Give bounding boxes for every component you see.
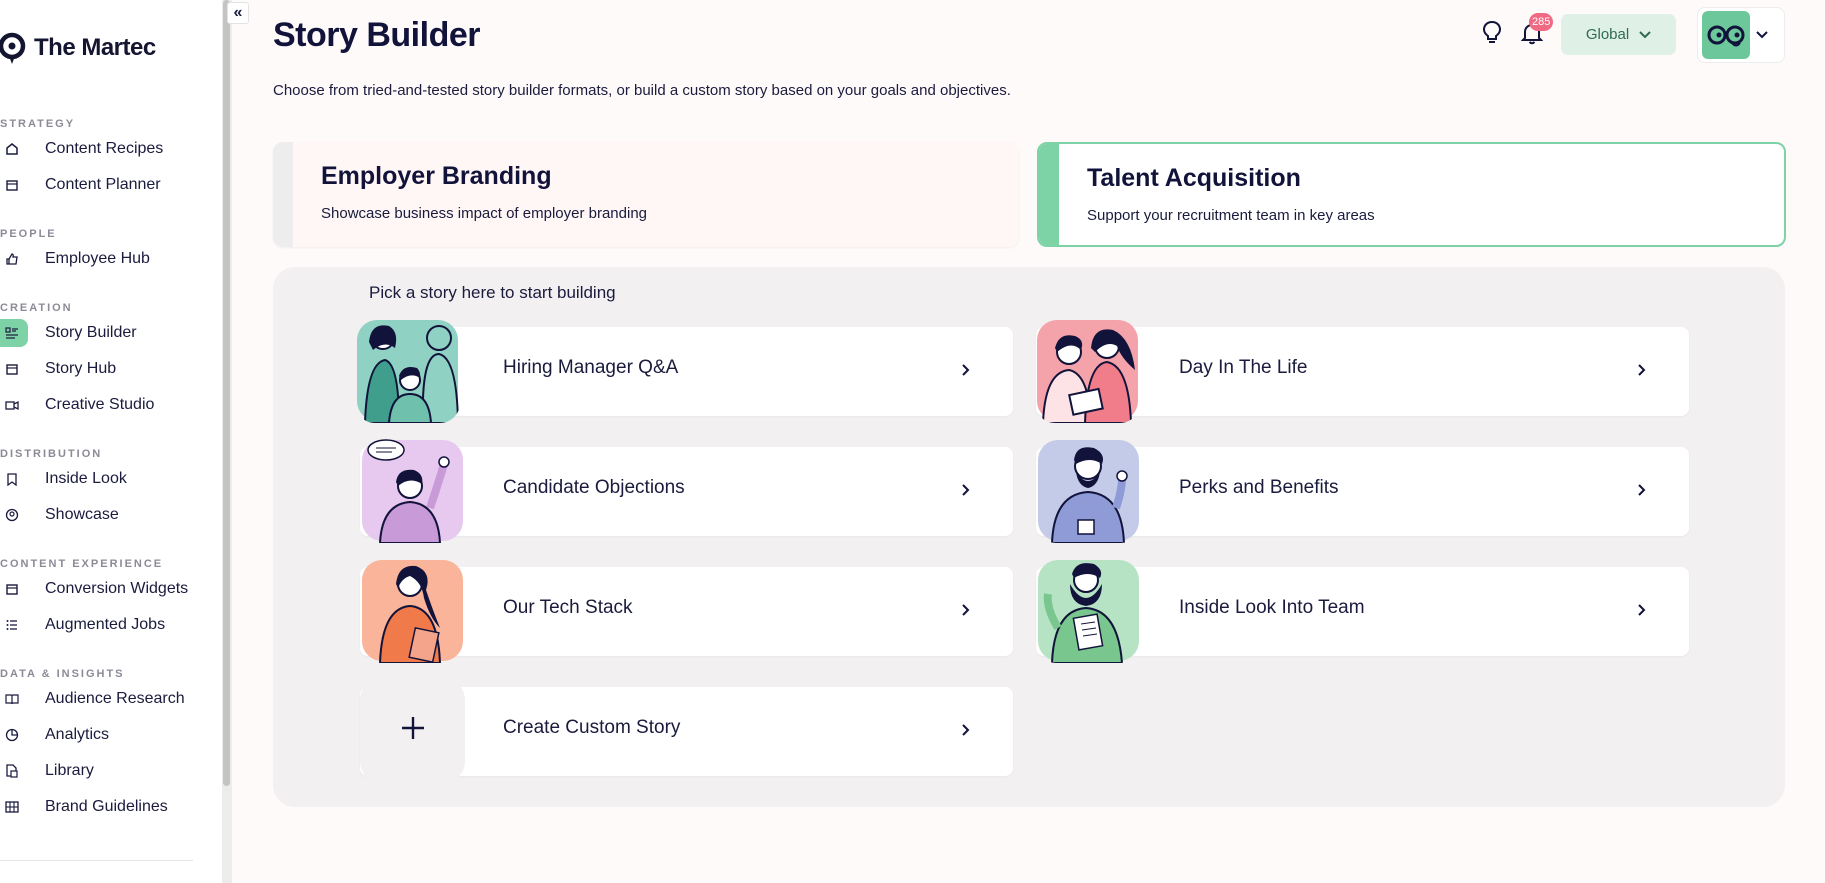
- sidebar-item-label: Story Builder: [45, 324, 137, 341]
- book-icon: [0, 685, 24, 713]
- story-label: Candidate Objections: [503, 477, 685, 498]
- martec-logo-icon: [0, 28, 30, 68]
- sidebar-item-label: Analytics: [45, 726, 110, 743]
- sidebar-item-label: Content Recipes: [45, 140, 164, 157]
- region-select[interactable]: Global: [1561, 14, 1676, 55]
- user-circle-icon: [0, 501, 24, 529]
- chevron-right-icon: [1631, 600, 1651, 620]
- hiring-manager-illustration: [355, 318, 460, 423]
- day-in-the-life-illustration: [1035, 318, 1140, 423]
- perks-and-benefits-illustration: [1036, 438, 1141, 543]
- category-title: Talent Acquisition: [1087, 164, 1301, 192]
- chevron-right-icon: [1631, 360, 1651, 380]
- category-card-talent-acquisition[interactable]: Talent Acquisition Support your recruitm…: [1037, 142, 1786, 247]
- sidebar-item-creative-studio[interactable]: Creative Studio: [0, 390, 210, 420]
- page-title: Story Builder: [273, 16, 480, 54]
- sidebar-item-library[interactable]: Library: [0, 756, 210, 786]
- nav-section-people: PEOPLE: [0, 228, 57, 240]
- candidate-objections-illustration: [360, 438, 465, 543]
- sidebar-item-label: Library: [45, 762, 94, 779]
- files-icon: [0, 757, 24, 785]
- brand-name: The Martec: [34, 34, 156, 61]
- chevron-right-icon: [955, 480, 975, 500]
- category-title: Employer Branding: [321, 162, 552, 190]
- sidebar-item-label: Story Hub: [45, 360, 117, 377]
- sidebar-item-augmented-jobs[interactable]: Augmented Jobs: [0, 610, 210, 640]
- sidebar-item-label: Employee Hub: [45, 250, 150, 267]
- story-label: Perks and Benefits: [1179, 477, 1339, 498]
- nav-section-strategy: STRATEGY: [0, 118, 76, 130]
- story-label: Day In The Life: [1179, 357, 1308, 378]
- plus-icon: [399, 714, 427, 747]
- category-subtitle: Support your recruitment team in key are…: [1087, 207, 1375, 224]
- brand-logo[interactable]: The Martec: [0, 28, 156, 68]
- sidebar-scrollbar-thumb[interactable]: [223, 0, 230, 786]
- user-menu[interactable]: [1697, 7, 1785, 63]
- category-subtitle: Showcase business impact of employer bra…: [321, 205, 648, 222]
- chevron-right-icon: [955, 720, 975, 740]
- sidebar-item-content-recipes[interactable]: Content Recipes: [0, 134, 210, 164]
- list-icon: [0, 611, 24, 639]
- app-root: The Martec STRATEGY Content Recipes Cont…: [0, 0, 1825, 883]
- notification-badge: 285: [1529, 13, 1554, 31]
- our-tech-stack-illustration: [360, 558, 465, 663]
- main-divider: [231, 0, 232, 883]
- story-label: Create Custom Story: [503, 717, 681, 738]
- sidebar-item-label: Creative Studio: [45, 396, 155, 413]
- story-label: Hiring Manager Q&A: [503, 357, 679, 378]
- inside-look-into-team-illustration: [1036, 558, 1141, 663]
- category-card-employer-branding[interactable]: Employer Branding Showcase business impa…: [273, 142, 1019, 247]
- story-prompt: Pick a story here to start building: [369, 283, 616, 302]
- sidebar-item-label: Brand Guidelines: [45, 798, 168, 815]
- chevron-right-icon: [955, 360, 975, 380]
- story-label: Inside Look Into Team: [1179, 597, 1365, 618]
- calendar-icon: [0, 575, 24, 603]
- sidebar-item-label: Augmented Jobs: [45, 616, 166, 633]
- sidebar-item-label: Showcase: [45, 506, 119, 523]
- calendar-icon: [0, 355, 24, 383]
- pie-chart-icon: [0, 721, 24, 749]
- story-builder-icon: [0, 319, 28, 347]
- home-icon: [0, 135, 24, 163]
- calendar-icon: [0, 171, 24, 199]
- story-label: Our Tech Stack: [503, 597, 633, 618]
- lightbulb-icon[interactable]: [1478, 19, 1506, 47]
- sidebar-item-story-hub[interactable]: Story Hub: [0, 354, 210, 384]
- nav-section-data-insights: DATA & INSIGHTS: [0, 668, 125, 680]
- region-select-value: Global: [1585, 26, 1630, 43]
- avatar: [1702, 11, 1750, 59]
- sidebar-item-label: Content Planner: [45, 176, 161, 193]
- chevron-down-icon: [1639, 26, 1651, 43]
- grid-icon: [0, 793, 24, 821]
- nav-section-creation: CREATION: [0, 302, 73, 314]
- sidebar-item-analytics[interactable]: Analytics: [0, 720, 210, 750]
- sidebar-item-label: Audience Research: [45, 690, 185, 707]
- page-description: Choose from tried-and-tested story build…: [273, 82, 1011, 99]
- sidebar-item-showcase[interactable]: Showcase: [0, 500, 210, 530]
- sidebar-item-story-builder[interactable]: Story Builder: [0, 318, 210, 348]
- sidebar-item-audience-research[interactable]: Audience Research: [0, 684, 210, 714]
- sidebar-divider: [0, 860, 193, 861]
- sidebar-item-content-planner[interactable]: Content Planner: [0, 170, 210, 200]
- sidebar-item-brand-guidelines[interactable]: Brand Guidelines: [0, 792, 210, 822]
- sidebar-item-inside-look[interactable]: Inside Look: [0, 464, 210, 494]
- thumbs-up-icon: [0, 245, 24, 273]
- sidebar-item-label: Conversion Widgets: [45, 580, 189, 597]
- nav-section-distribution: DISTRIBUTION: [0, 448, 103, 460]
- category-accent-bar: [273, 142, 293, 247]
- video-icon: [0, 391, 24, 419]
- sidebar-item-conversion-widgets[interactable]: Conversion Widgets: [0, 574, 210, 604]
- sidebar-item-employee-hub[interactable]: Employee Hub: [0, 244, 210, 274]
- chevron-down-icon: [1756, 26, 1768, 44]
- chevron-right-icon: [1631, 480, 1651, 500]
- chevron-right-icon: [955, 600, 975, 620]
- bookmark-icon: [0, 465, 24, 493]
- sidebar: The Martec STRATEGY Content Recipes Cont…: [0, 0, 222, 883]
- nav-section-content-experience: CONTENT EXPERIENCE: [0, 558, 164, 570]
- sidebar-item-label: Inside Look: [45, 470, 127, 487]
- create-custom-story-tile[interactable]: [360, 678, 465, 783]
- collapse-sidebar-button[interactable]: «: [227, 2, 249, 24]
- category-accent-bar: [1039, 144, 1059, 245]
